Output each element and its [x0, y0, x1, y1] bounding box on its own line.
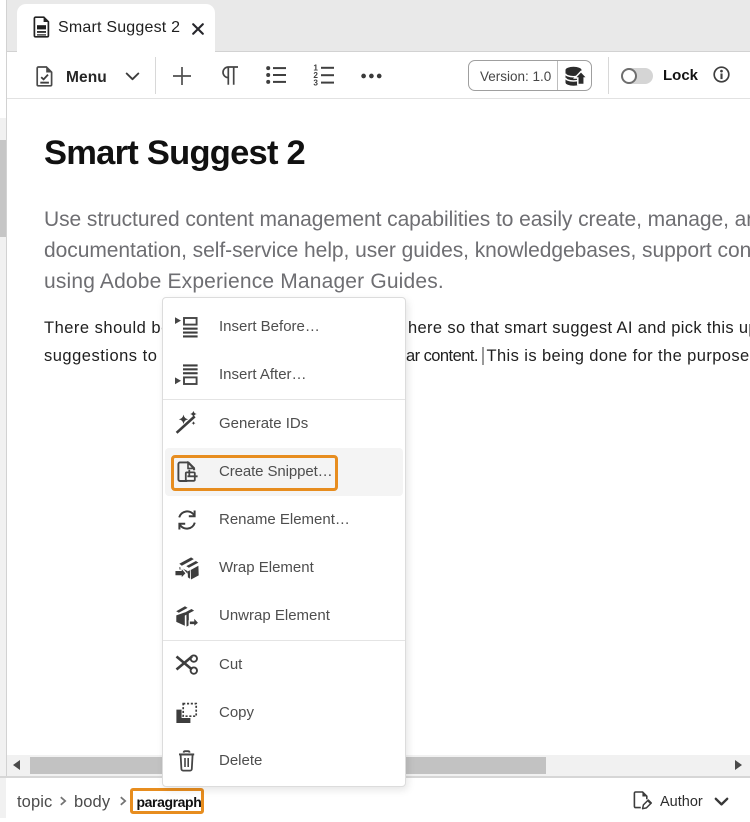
svg-text:3: 3 — [313, 78, 318, 86]
